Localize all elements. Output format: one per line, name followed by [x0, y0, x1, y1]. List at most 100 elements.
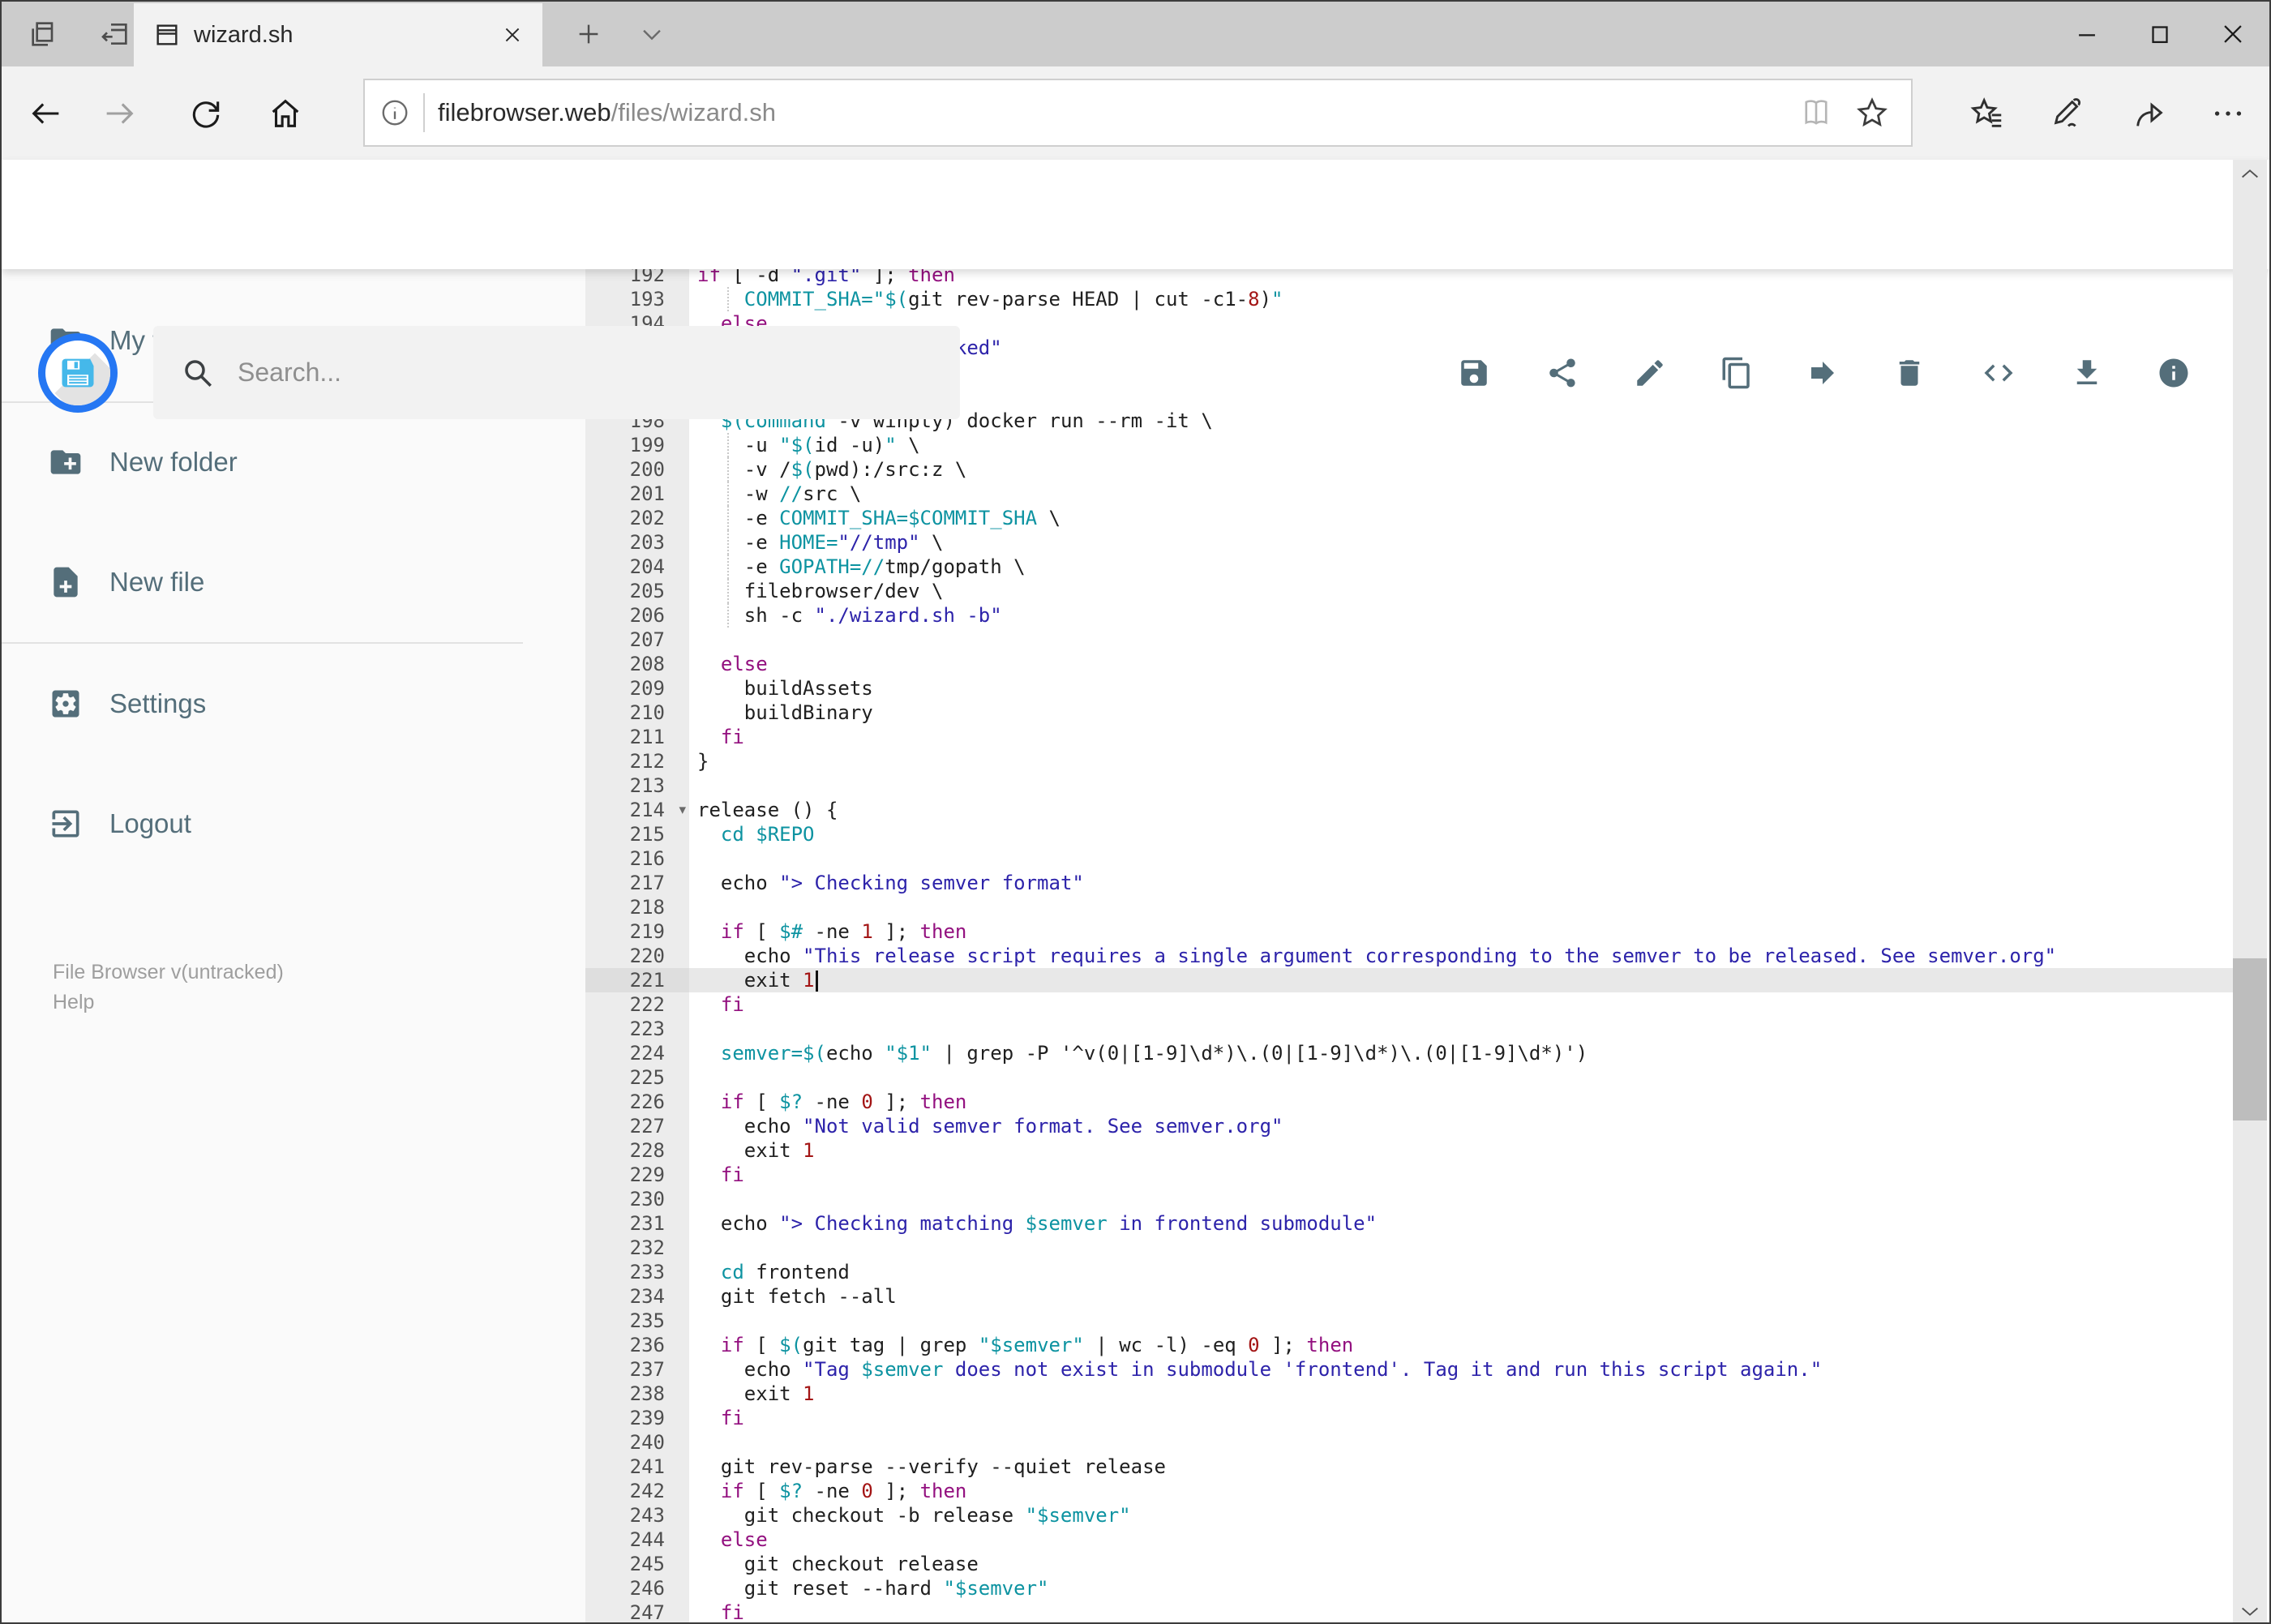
code-line[interactable]: 238 exit 1	[585, 1382, 2236, 1406]
share-page-button[interactable]	[2118, 66, 2183, 160]
refresh-button[interactable]	[174, 66, 238, 160]
code-editor[interactable]: 192 if [ -d ".git" ]; then 193 COMMIT_SHA=…	[585, 269, 2236, 1622]
hub-favorites-button[interactable]	[1955, 66, 2020, 160]
code-line[interactable]: 231 echo "> Checking matching $semver in…	[585, 1211, 2236, 1236]
code-line[interactable]: 203 -e HOME="//tmp" \	[585, 530, 2236, 555]
scrollbar-thumb[interactable]	[2233, 958, 2267, 1121]
pencil-icon	[1633, 356, 1667, 390]
code-line[interactable]: 217 echo "> Checking semver format"	[585, 871, 2236, 895]
app-version-text: File Browser v(untracked)	[53, 961, 284, 983]
share-button[interactable]	[1545, 355, 1580, 391]
sidebar-item-new-file[interactable]: New file	[2, 543, 585, 621]
code-line[interactable]: 204 -e GOPATH=//tmp/gopath \	[585, 555, 2236, 579]
code-line[interactable]: 206 sh -c "./wizard.sh -b"	[585, 603, 2236, 628]
code-line[interactable]: 219 if [ $# -ne 1 ]; then	[585, 919, 2236, 944]
maximize-button[interactable]	[2123, 2, 2196, 66]
delete-button[interactable]	[1892, 355, 1927, 391]
code-line[interactable]: 225	[585, 1065, 2236, 1090]
copy-button[interactable]	[1719, 355, 1755, 391]
code-line[interactable]: 234 git fetch --all	[585, 1284, 2236, 1309]
settings-icon	[48, 686, 84, 722]
code-line[interactable]: 218	[585, 895, 2236, 919]
code-line[interactable]: 214 ▾ release () {	[585, 798, 2236, 822]
code-line[interactable]: 244 else	[585, 1528, 2236, 1552]
code-line[interactable]: 212}	[585, 749, 2236, 773]
code-line[interactable]: 221 exit 1	[585, 968, 2236, 992]
code-line[interactable]: 220 echo "This release script requires a…	[585, 944, 2236, 968]
code-line[interactable]: 216	[585, 846, 2236, 871]
info-button[interactable]	[2156, 355, 2192, 391]
forward-button[interactable]	[87, 66, 152, 160]
code-line[interactable]: 236 if [ $(git tag | grep "$semver" | wc…	[585, 1333, 2236, 1357]
code-line[interactable]: 242 if [ $? -ne 0 ]; then	[585, 1479, 2236, 1503]
code-line[interactable]: 233 cd frontend	[585, 1260, 2236, 1284]
code-line[interactable]: 199 -u "$(id -u)" \	[585, 433, 2236, 457]
scroll-down-icon[interactable]	[2233, 1596, 2267, 1622]
code-line[interactable]: 209 buildAssets	[585, 676, 2236, 701]
url-bar[interactable]: filebrowser.web/files/wizard.sh	[363, 79, 1913, 147]
code-line[interactable]: 230	[585, 1187, 2236, 1211]
code-line[interactable]: 223	[585, 1017, 2236, 1041]
help-link[interactable]: Help	[53, 991, 94, 1014]
code-line[interactable]: 226 if [ $? -ne 0 ]; then	[585, 1090, 2236, 1114]
minimize-button[interactable]	[2050, 2, 2123, 66]
code-line[interactable]: 193 COMMIT_SHA="$(git rev-parse HEAD | c…	[585, 287, 2236, 311]
filebrowser-logo[interactable]	[38, 333, 118, 413]
code-line[interactable]: 229 fi	[585, 1163, 2236, 1187]
code-line[interactable]: 210 buildBinary	[585, 701, 2236, 725]
code-line[interactable]: 227 echo "Not valid semver format. See s…	[585, 1114, 2236, 1138]
code-line[interactable]: 202 -e COMMIT_SHA=$COMMIT_SHA \	[585, 506, 2236, 530]
code-line[interactable]: 224 semver=$(echo "$1" | grep -P '^v(0|[…	[585, 1041, 2236, 1065]
tab-strip: wizard.sh	[2, 2, 2269, 66]
code-line[interactable]: 200 -v /$(pwd):/src:z \	[585, 457, 2236, 482]
close-window-button[interactable]	[2196, 2, 2269, 66]
home-button[interactable]	[253, 66, 318, 160]
sidebar-item-settings[interactable]: Settings	[2, 665, 585, 743]
rename-button[interactable]	[1632, 355, 1668, 391]
code-line[interactable]: 215 cd $REPO	[585, 822, 2236, 846]
page-scrollbar[interactable]	[2233, 160, 2267, 1622]
code-line[interactable]: 207	[585, 628, 2236, 652]
site-info-icon[interactable]	[379, 97, 410, 128]
reading-view-button[interactable]	[1799, 96, 1833, 130]
code-line[interactable]: 241 git rev-parse --verify --quiet relea…	[585, 1455, 2236, 1479]
browser-tab[interactable]: wizard.sh	[134, 3, 542, 66]
new-tab-button[interactable]	[556, 2, 621, 66]
code-line[interactable]: 228 exit 1	[585, 1138, 2236, 1163]
code-line[interactable]: 192 if [ -d ".git" ]; then	[585, 269, 2236, 287]
code-line[interactable]: 222 fi	[585, 992, 2236, 1017]
code-line[interactable]: 245 git checkout release	[585, 1552, 2236, 1576]
annotate-button[interactable]	[2036, 66, 2101, 160]
favorite-star-button[interactable]	[1854, 95, 1890, 131]
code-line[interactable]: 247 fi	[585, 1600, 2236, 1622]
back-button[interactable]	[14, 66, 79, 160]
more-options-button[interactable]	[2196, 66, 2260, 160]
sidebar-item-logout[interactable]: Logout	[2, 785, 585, 863]
code-line[interactable]: 239 fi	[585, 1406, 2236, 1430]
code-line[interactable]: 246 git reset --hard "$semver"	[585, 1576, 2236, 1600]
tab-preview-button[interactable]	[11, 2, 76, 66]
code-line[interactable]: 232	[585, 1236, 2236, 1260]
new-folder-icon	[48, 444, 84, 480]
save-button[interactable]	[1456, 355, 1492, 391]
search-input[interactable]: Search...	[153, 326, 960, 419]
code-line[interactable]: 213	[585, 773, 2236, 798]
scroll-up-icon[interactable]	[2233, 160, 2267, 189]
download-button[interactable]	[2069, 355, 2105, 391]
code-line[interactable]: 243 git checkout -b release "$semver"	[585, 1503, 2236, 1528]
code-line[interactable]: 205 filebrowser/dev \	[585, 579, 2236, 603]
line-number: 230	[585, 1187, 689, 1211]
code-line[interactable]: 240	[585, 1430, 2236, 1455]
stacked-tabs-icon	[28, 18, 60, 50]
source-code-button[interactable]	[1981, 355, 2016, 391]
code-line[interactable]: 211 fi	[585, 725, 2236, 749]
sidebar-item-new-folder[interactable]: New folder	[2, 423, 585, 501]
tab-close-icon[interactable]	[497, 19, 528, 50]
move-button[interactable]	[1805, 355, 1840, 391]
fold-arrow-icon[interactable]: ▾	[679, 798, 686, 822]
code-line[interactable]: 208 else	[585, 652, 2236, 676]
tab-list-button[interactable]	[619, 2, 684, 66]
code-line[interactable]: 237 echo "Tag $semver does not exist in …	[585, 1357, 2236, 1382]
code-line[interactable]: 235	[585, 1309, 2236, 1333]
code-line[interactable]: 201 -w //src \	[585, 482, 2236, 506]
